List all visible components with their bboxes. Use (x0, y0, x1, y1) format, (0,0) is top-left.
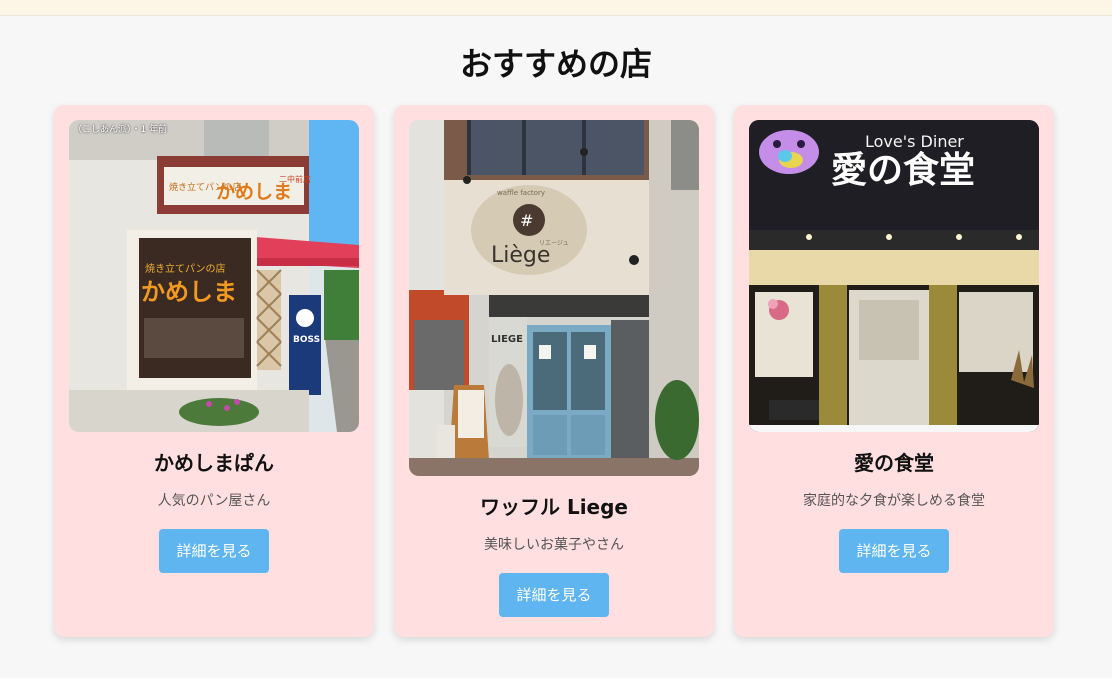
window-main-text: かめしま (141, 278, 237, 306)
shop-photo-liege: waffle factory # Liège リエージュ LIEGE (409, 120, 699, 476)
sign-kana-text: リエージュ (539, 240, 568, 247)
shop-description: 人気のパン屋さん (157, 493, 271, 509)
top-banner (0, 0, 1112, 16)
shop-name: ワッフル Liege (479, 495, 628, 519)
sign-japanese-text: 愛の食堂 (831, 150, 975, 191)
details-button-ai-no-shokudo[interactable]: 詳細を見る (839, 529, 949, 573)
shop-description: 美味しいお菓子やさん (484, 537, 624, 553)
page-title: おすすめの店 (459, 45, 652, 83)
vending-machine-text: BOSS (293, 335, 320, 345)
sign-branch-text: 二中前店 (279, 174, 311, 184)
sign-main-text: かめしま (216, 181, 292, 203)
shop-card-ai-no-shokudo: Love's Diner 愛の食堂 愛の食堂 家庭的な夕食が楽しめる食堂 詳細を… (734, 105, 1054, 637)
svg-text:#: # (520, 211, 533, 230)
sign-english-text: Love's Diner (865, 132, 964, 151)
photo-overlay-text: （こしあん派）・1 年前 (73, 125, 168, 135)
details-button-kameshima[interactable]: 詳細を見る (159, 529, 269, 573)
sign-top-text: waffle factory (497, 189, 545, 197)
shop-card-kameshima: 焼き立てパンの店 かめしま 二中前店 焼き立てパンの店 かめしま BOSS （こ… (54, 105, 374, 637)
window-small-text: 焼き立てパンの店 (145, 262, 226, 275)
details-button-liege[interactable]: 詳細を見る (499, 573, 609, 617)
glass-lettering: LIEGE (491, 334, 523, 345)
shop-photo-ai-no-shokudo: Love's Diner 愛の食堂 (749, 120, 1039, 432)
shop-name: かめしまぱん (154, 451, 274, 475)
shop-card-list: 焼き立てパンの店 かめしま 二中前店 焼き立てパンの店 かめしま BOSS （こ… (54, 105, 1054, 637)
shop-photo-kameshima: 焼き立てパンの店 かめしま 二中前店 焼き立てパンの店 かめしま BOSS （こ… (69, 120, 359, 432)
shop-description: 家庭的な夕食が楽しめる食堂 (803, 493, 985, 509)
shop-card-liege: waffle factory # Liège リエージュ LIEGE ワッフル … (394, 105, 714, 637)
shop-name: 愛の食堂 (854, 451, 934, 475)
